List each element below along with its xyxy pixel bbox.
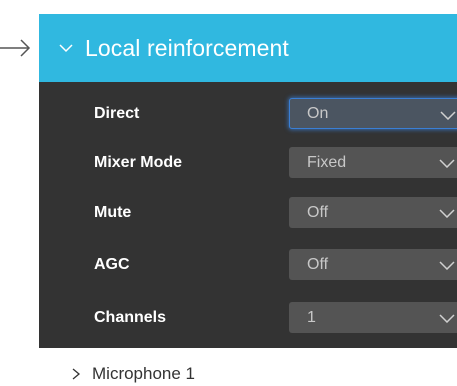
chevron-down-icon <box>439 208 455 218</box>
select-value: 1 <box>307 309 316 326</box>
setting-row-mute: Mute Off <box>39 195 457 231</box>
setting-row-direct: Direct On <box>39 96 457 132</box>
setting-label: AGC <box>94 256 130 273</box>
microphone-1-section[interactable]: Microphone 1 <box>70 362 195 386</box>
setting-row-agc: AGC Off <box>39 247 457 283</box>
arrow-right-icon <box>0 36 34 60</box>
chevron-down-icon <box>439 260 455 270</box>
chevron-down-icon <box>439 313 455 323</box>
setting-row-channels: Channels 1 <box>39 300 457 336</box>
microphone-1-label: Microphone 1 <box>92 364 196 383</box>
select-value: Fixed <box>307 154 347 171</box>
chevron-down-icon <box>59 43 73 53</box>
setting-row-mixer-mode: Mixer Mode Fixed <box>39 145 457 181</box>
panel-header[interactable]: Local reinforcement <box>39 14 457 82</box>
select-value: On <box>307 105 329 122</box>
mute-select[interactable]: Off <box>289 197 457 228</box>
select-value: Off <box>307 256 329 273</box>
chevron-down-icon <box>439 158 455 168</box>
direct-select[interactable]: On <box>289 98 457 129</box>
panel-title: Local reinforcement <box>85 34 289 61</box>
agc-select[interactable]: Off <box>289 249 457 280</box>
mixer-mode-select[interactable]: Fixed <box>289 147 457 178</box>
chevron-down-icon <box>440 110 456 120</box>
setting-label: Mute <box>94 204 132 221</box>
chevron-right-icon <box>70 368 82 380</box>
stage: Local reinforcement Direct On Mixer Mode… <box>0 0 457 386</box>
setting-label: Mixer Mode <box>94 154 183 171</box>
setting-label: Direct <box>94 105 140 122</box>
select-value: Off <box>307 204 329 221</box>
setting-label: Channels <box>94 309 167 326</box>
channels-select[interactable]: 1 <box>289 302 457 333</box>
local-reinforcement-panel: Local reinforcement Direct On Mixer Mode… <box>39 14 457 348</box>
